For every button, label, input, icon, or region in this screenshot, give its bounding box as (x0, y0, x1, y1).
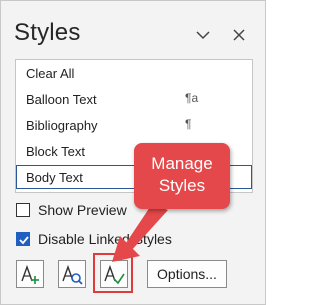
manage-styles-callout: Manage Styles (134, 143, 230, 209)
callout-line-2: Styles (158, 176, 206, 195)
callout-line-1: Manage (151, 154, 213, 173)
